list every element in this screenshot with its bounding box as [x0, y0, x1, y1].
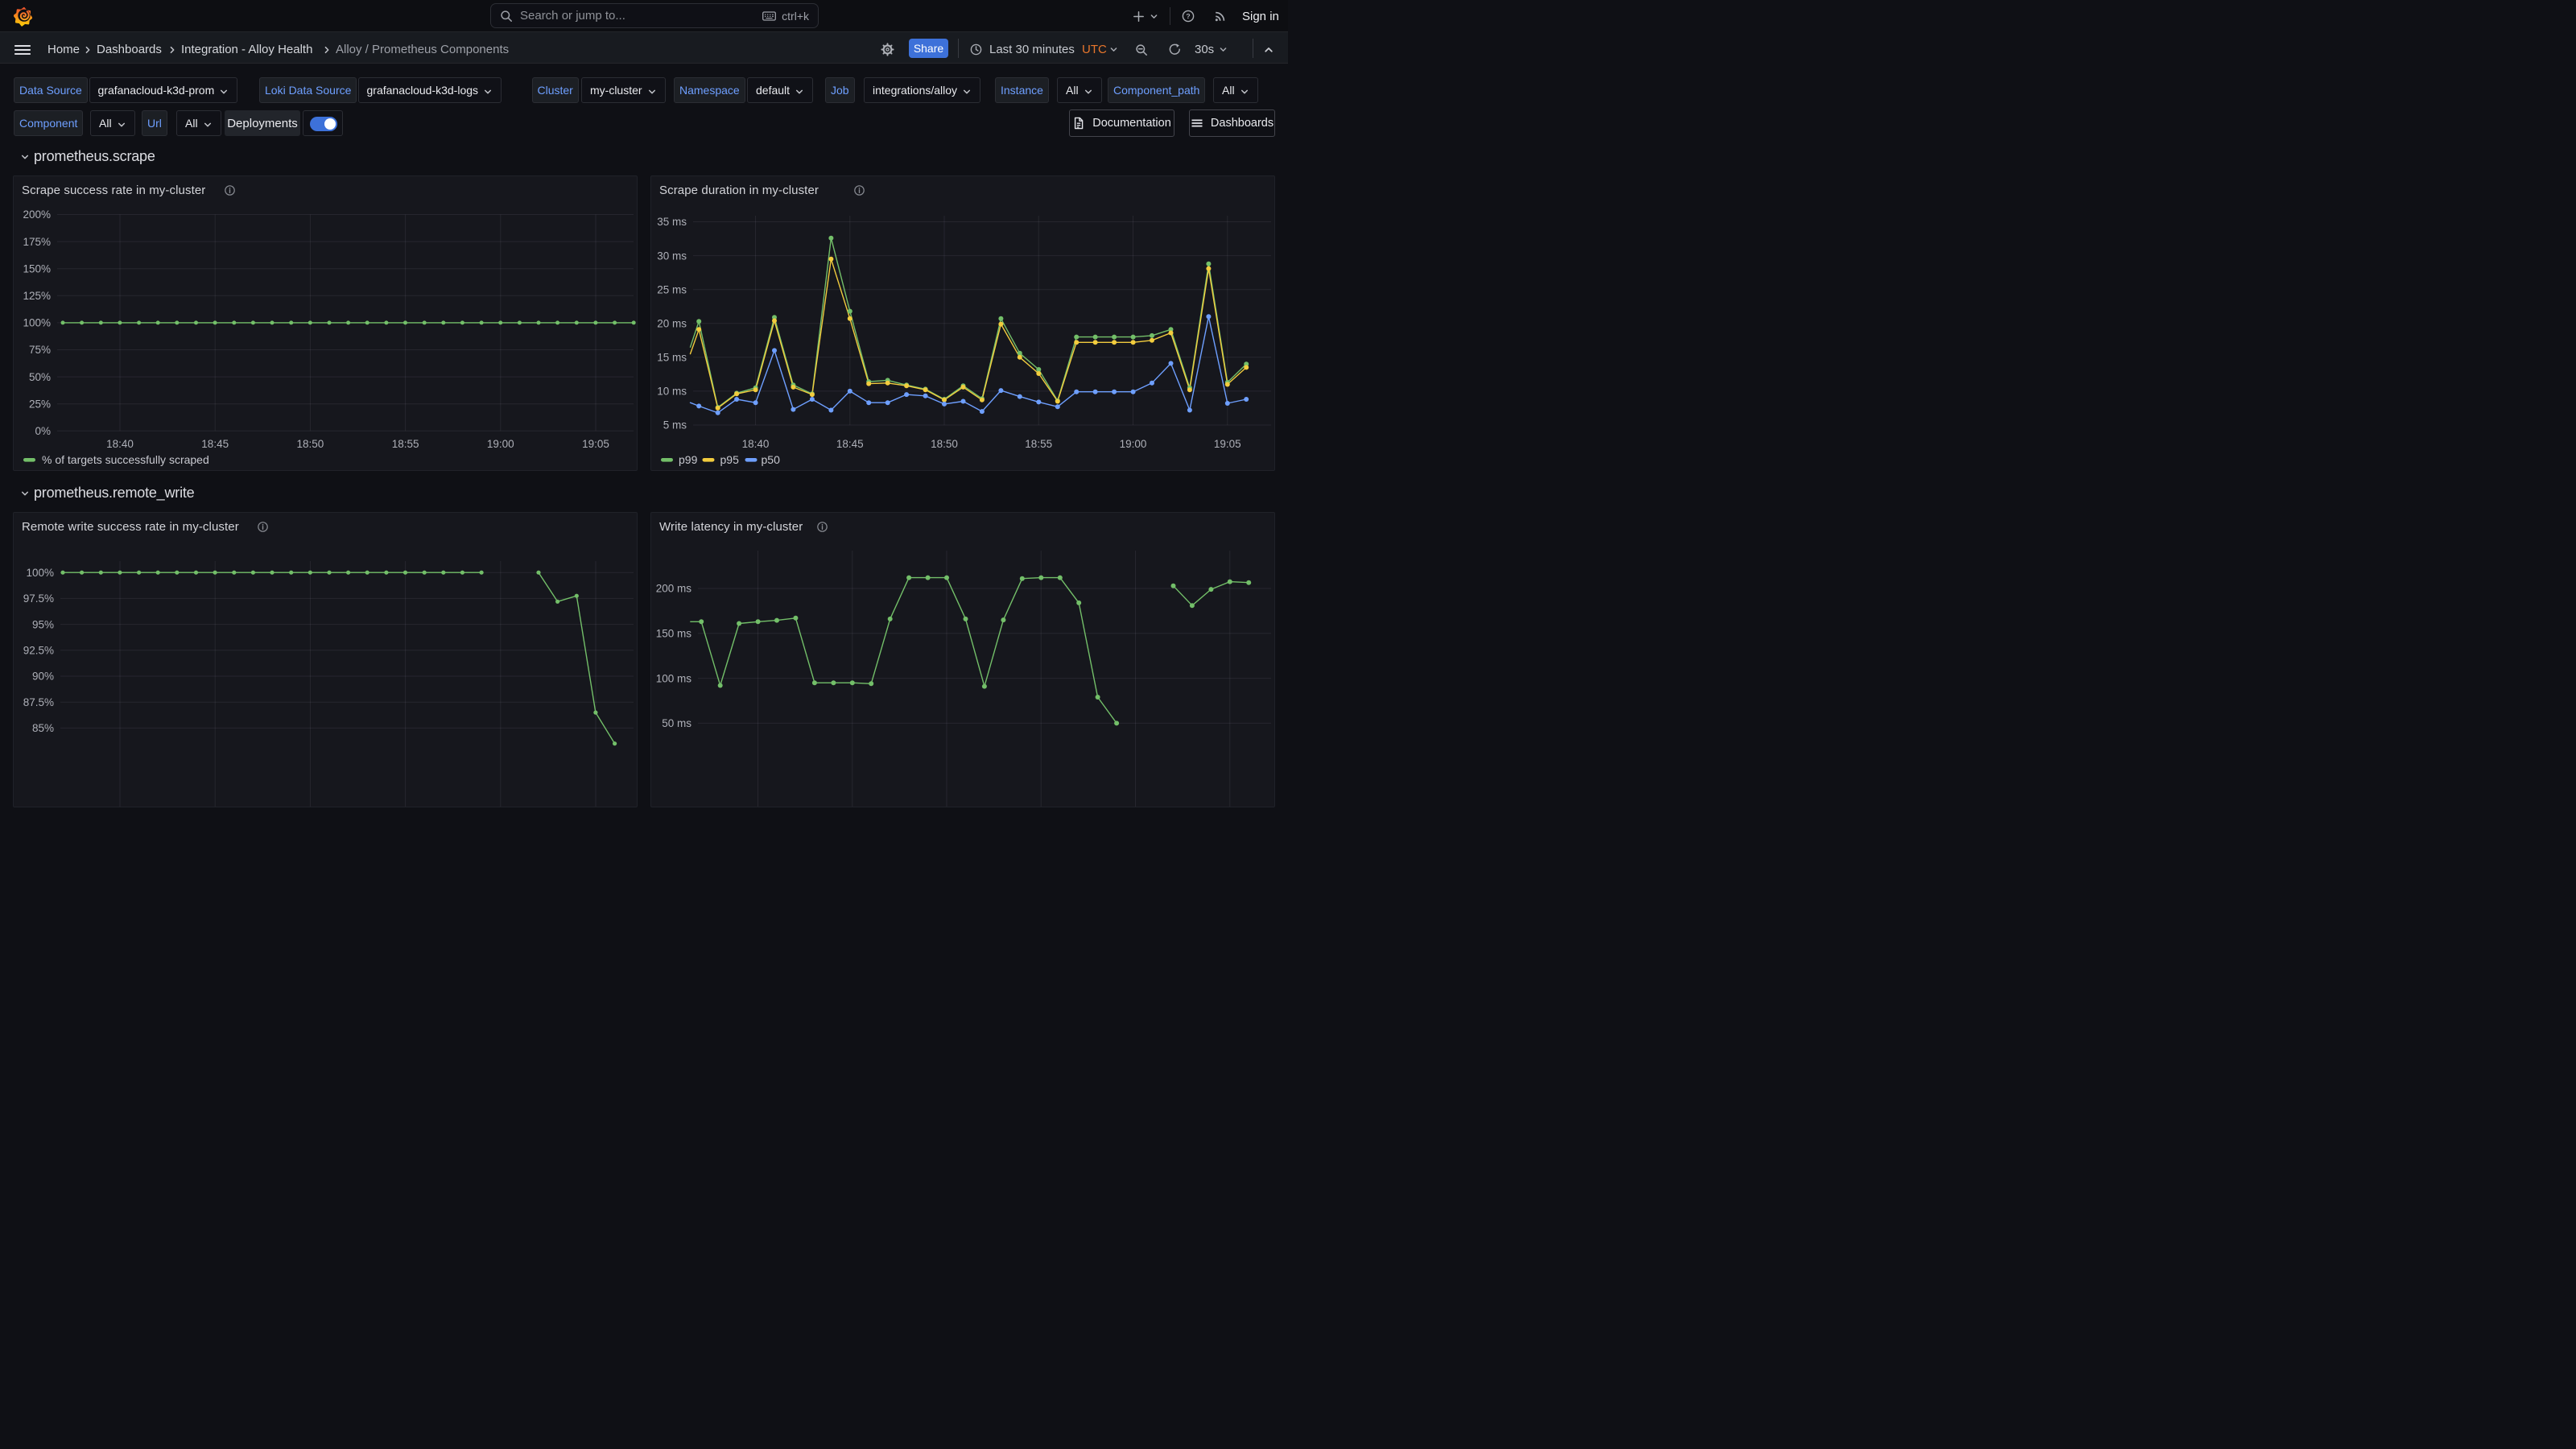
svg-text:18:50: 18:50 — [297, 438, 324, 450]
svg-text:97.5%: 97.5% — [23, 592, 54, 605]
svg-text:92.5%: 92.5% — [23, 645, 54, 657]
svg-text:50 ms: 50 ms — [662, 717, 691, 729]
svg-text:100%: 100% — [26, 567, 54, 579]
svg-text:18:55: 18:55 — [392, 438, 419, 450]
svg-text:150%: 150% — [23, 262, 51, 275]
svg-text:175%: 175% — [23, 236, 51, 248]
svg-text:85%: 85% — [32, 722, 54, 734]
svg-text:0%: 0% — [35, 425, 51, 437]
svg-text:5 ms: 5 ms — [663, 419, 687, 431]
svg-text:19:00: 19:00 — [487, 438, 514, 450]
svg-text:50%: 50% — [29, 371, 51, 383]
svg-text:200%: 200% — [23, 208, 51, 221]
svg-text:150 ms: 150 ms — [656, 628, 692, 640]
svg-text:100 ms: 100 ms — [656, 672, 692, 684]
svg-text:18:50: 18:50 — [931, 438, 958, 450]
svg-text:18:40: 18:40 — [742, 438, 770, 450]
svg-text:18:45: 18:45 — [836, 438, 864, 450]
svg-text:30 ms: 30 ms — [657, 250, 687, 262]
svg-text:19:05: 19:05 — [582, 438, 609, 450]
svg-text:75%: 75% — [29, 344, 51, 356]
svg-text:19:05: 19:05 — [1214, 438, 1241, 450]
svg-text:p50: p50 — [762, 453, 781, 466]
svg-text:18:55: 18:55 — [1025, 438, 1052, 450]
svg-text:100%: 100% — [23, 317, 51, 329]
svg-text:p95: p95 — [720, 453, 740, 466]
svg-text:200 ms: 200 ms — [656, 583, 692, 595]
svg-text:15 ms: 15 ms — [657, 352, 687, 364]
svg-text:18:40: 18:40 — [106, 438, 134, 450]
svg-text:?: ? — [1186, 12, 1190, 20]
svg-text:35 ms: 35 ms — [657, 216, 687, 228]
svg-text:25 ms: 25 ms — [657, 283, 687, 295]
svg-text:10 ms: 10 ms — [657, 386, 687, 398]
svg-text:95%: 95% — [32, 618, 54, 630]
svg-text:25%: 25% — [29, 398, 51, 410]
svg-text:% of targets successfully scra: % of targets successfully scraped — [42, 453, 209, 466]
svg-text:18:45: 18:45 — [201, 438, 229, 450]
svg-text:125%: 125% — [23, 290, 51, 302]
svg-text:p99: p99 — [679, 453, 698, 466]
svg-text:87.5%: 87.5% — [23, 696, 54, 708]
svg-text:20 ms: 20 ms — [657, 317, 687, 329]
svg-text:90%: 90% — [32, 671, 54, 683]
svg-text:19:00: 19:00 — [1120, 438, 1147, 450]
